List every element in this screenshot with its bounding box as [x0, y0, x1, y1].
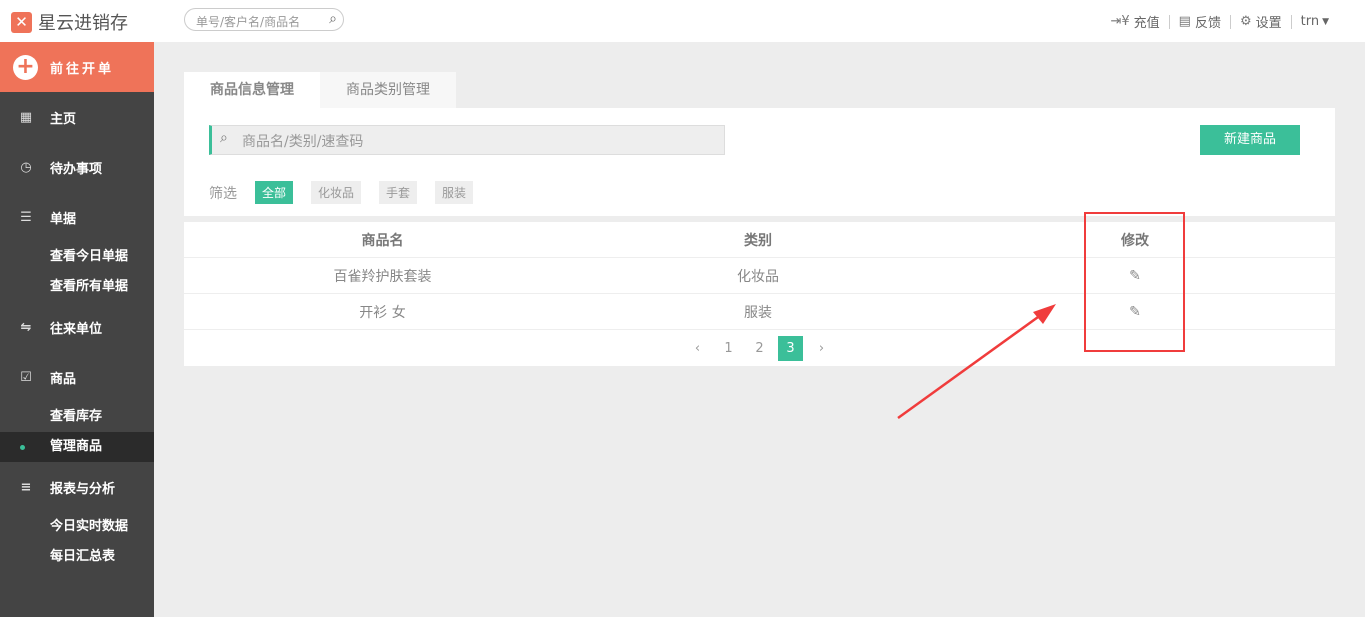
sidebar-item-goods-stock[interactable]: 查看库存: [0, 402, 154, 432]
user-menu[interactable]: trn: [1301, 14, 1319, 29]
edit-icon[interactable]: ✎: [935, 268, 1335, 284]
page-2[interactable]: 2: [747, 336, 772, 361]
settings-link[interactable]: 设置: [1256, 12, 1282, 31]
filter-panel: ⌕ 商品名/类别/速查码 新建商品 筛选 全部 化妆品 手套 服装: [184, 108, 1335, 216]
goods-search-input[interactable]: ⌕ 商品名/类别/速查码: [209, 125, 725, 155]
exchange-icon: ⇋: [20, 319, 32, 335]
new-order-label: 前往开单: [50, 61, 115, 77]
new-order-button[interactable]: + 前往开单: [0, 42, 154, 92]
chevron-down-icon[interactable]: ▼: [1322, 17, 1329, 27]
label: 待办事项: [50, 161, 103, 177]
edit-icon[interactable]: ✎: [935, 304, 1335, 320]
cell-category: 服装: [744, 304, 772, 321]
header-name: 商品名: [361, 232, 404, 249]
filter-label: 筛选: [209, 185, 237, 202]
label: 报表与分析: [50, 481, 116, 497]
top-bar: ✕ 星云进销存 单号/客户名/商品名 ⌕ ⇥¥ 充值 ▤ 反馈 ⚙ 设置 trn ▼: [0, 0, 1365, 42]
sidebar-item-todo[interactable]: ◷ 待办事项: [0, 142, 154, 192]
sidebar-item-orders-today[interactable]: 查看今日单据: [0, 242, 154, 272]
pagination: ‹ 1 2 3 ›: [184, 330, 1335, 366]
search-icon: ⌕: [220, 130, 228, 146]
sidebar-item-reports[interactable]: ≡ 报表与分析: [0, 462, 154, 512]
logo[interactable]: ✕ 星云进销存: [11, 9, 128, 35]
feedback-link[interactable]: 反馈: [1195, 12, 1221, 31]
filter-gloves[interactable]: 手套: [379, 181, 418, 204]
header-edit: 修改: [1121, 232, 1149, 249]
filter-all[interactable]: 全部: [255, 181, 294, 204]
recharge-link[interactable]: 充值: [1134, 12, 1160, 31]
label: 主页: [50, 111, 77, 127]
recharge-icon: ⇥¥: [1110, 14, 1130, 29]
list-icon: ☰: [20, 209, 32, 225]
gear-icon: ⚙: [1239, 14, 1252, 29]
tab-goods-info[interactable]: 商品信息管理: [184, 72, 320, 108]
grid-icon: ▦: [19, 109, 33, 125]
goods-table: 商品名 类别 修改 百雀羚护肤套装 化妆品 ✎ 开衫 女 服装 ✎ ‹ 1 2 …: [184, 222, 1335, 366]
cell-name: 百雀羚护肤套装: [333, 268, 432, 285]
label: 单据: [50, 211, 77, 227]
page-1[interactable]: 1: [716, 336, 741, 361]
sidebar-item-partners[interactable]: ⇋ 往来单位: [0, 302, 154, 352]
chevron-left-icon[interactable]: ‹: [685, 336, 710, 361]
feedback-icon: ▤: [1178, 14, 1191, 29]
search-placeholder: 单号/客户名/商品名: [196, 15, 301, 29]
sidebar: + 前往开单 ▦ 主页 ◷ 待办事项 ☰ 单据 查看今日单据 查看所有单据 ⇋ 往来单位 …: [0, 42, 154, 617]
chevron-right-icon[interactable]: ›: [809, 336, 834, 361]
table-header: 商品名 类别 修改: [184, 222, 1335, 258]
search-placeholder: 商品名/类别/速查码: [242, 134, 364, 150]
filter-cosmetics[interactable]: 化妆品: [311, 181, 362, 204]
table-row: 开衫 女 服装 ✎: [184, 294, 1335, 330]
cell-name: 开衫 女: [359, 304, 406, 321]
page-3[interactable]: 3: [778, 335, 803, 361]
global-search-input[interactable]: 单号/客户名/商品名 ⌕: [184, 8, 344, 31]
sidebar-item-reports-daily[interactable]: 每日汇总表: [0, 542, 154, 572]
new-goods-button[interactable]: 新建商品: [1200, 125, 1300, 155]
sidebar-item-orders[interactable]: ☰ 单据: [0, 192, 154, 242]
sidebar-item-home[interactable]: ▦ 主页: [0, 92, 154, 142]
tab-goods-category[interactable]: 商品类别管理: [320, 72, 456, 108]
clipboard-check-icon: ☑: [20, 369, 32, 385]
header-category: 类别: [744, 232, 772, 249]
sidebar-item-reports-realtime[interactable]: 今日实时数据: [0, 512, 154, 542]
sidebar-item-goods[interactable]: ☑ 商品: [0, 352, 154, 402]
clock-icon: ◷: [20, 159, 32, 175]
sidebar-item-orders-all[interactable]: 查看所有单据: [0, 272, 154, 302]
label: 商品: [50, 371, 77, 387]
search-icon[interactable]: ⌕: [329, 11, 337, 27]
plus-icon: +: [13, 54, 38, 80]
bar-chart-icon: ≡: [20, 479, 32, 495]
cell-category: 化妆品: [737, 268, 779, 285]
sidebar-item-goods-manage[interactable]: 管理商品: [0, 432, 154, 462]
app-title: 星云进销存: [38, 13, 128, 34]
logo-icon: ✕: [11, 11, 32, 33]
filter-clothing[interactable]: 服装: [435, 181, 474, 204]
table-row: 百雀羚护肤套装 化妆品 ✎: [184, 258, 1335, 294]
label: 往来单位: [50, 321, 103, 337]
